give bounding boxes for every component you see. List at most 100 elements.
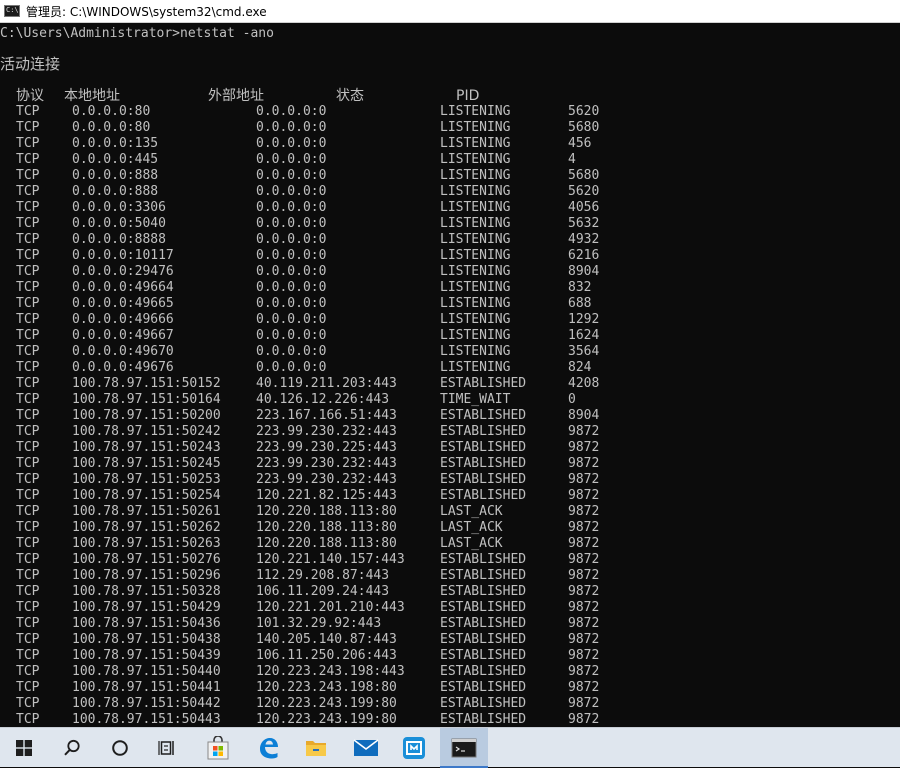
row-foreign-address: 0.0.0.0:0	[256, 104, 327, 119]
row-state: ESTABLISHED	[440, 584, 527, 599]
file-explorer-button[interactable]	[292, 728, 340, 768]
row-state: ESTABLISHED	[440, 712, 527, 727]
row-foreign-address: 0.0.0.0:0	[256, 216, 327, 231]
row-foreign-address: 0.0.0.0:0	[256, 280, 327, 295]
table-row: TCP 100.78.97.151:50242 223.99.230.232:443…	[0, 424, 900, 440]
console-output[interactable]: C:\Users\Administrator>netstat -ano 活动连接…	[0, 23, 900, 727]
table-row: TCP 100.78.97.151:50440 120.223.243.198:44…	[0, 664, 900, 680]
row-foreign-address: 120.223.243.198:443	[256, 664, 405, 679]
table-row: TCP 0.0.0.0:8888 0.0.0.0:0 LISTENING 4932	[0, 232, 900, 248]
row-proto: TCP	[16, 232, 40, 247]
row-local-address: 0.0.0.0:49665	[72, 296, 174, 311]
row-proto: TCP	[16, 616, 40, 631]
row-proto: TCP	[16, 680, 40, 695]
table-row: TCP 100.78.97.151:50263 120.220.188.113:80…	[0, 536, 900, 552]
taskbar	[0, 727, 900, 768]
row-foreign-address: 120.220.188.113:80	[256, 536, 397, 551]
table-row: TCP 100.78.97.151:50296 112.29.208.87:443 E…	[0, 568, 900, 584]
row-foreign-address: 223.99.230.232:443	[256, 456, 397, 471]
row-local-address: 100.78.97.151:50152	[72, 376, 221, 391]
table-row: TCP 0.0.0.0:888 0.0.0.0:0 LISTENING 5680	[0, 168, 900, 184]
row-proto: TCP	[16, 520, 40, 535]
row-proto: TCP	[16, 536, 40, 551]
table-row: TCP 0.0.0.0:3306 0.0.0.0:0 LISTENING 4056	[0, 200, 900, 216]
row-pid: 9872	[568, 472, 600, 487]
row-pid: 4932	[568, 232, 600, 247]
table-row: TCP 0.0.0.0:5040 0.0.0.0:0 LISTENING 5632	[0, 216, 900, 232]
row-state: ESTABLISHED	[440, 552, 527, 567]
row-state: LISTENING	[440, 120, 511, 135]
row-state: ESTABLISHED	[440, 456, 527, 471]
row-local-address: 100.78.97.151:50441	[72, 680, 221, 695]
row-foreign-address: 0.0.0.0:0	[256, 264, 327, 279]
row-pid: 9872	[568, 664, 600, 679]
start-button[interactable]	[0, 728, 48, 768]
row-local-address: 0.0.0.0:49670	[72, 344, 174, 359]
row-proto: TCP	[16, 648, 40, 663]
edge-button[interactable]	[244, 728, 292, 768]
table-row: TCP 100.78.97.151:50439 106.11.250.206:443…	[0, 648, 900, 664]
row-local-address: 100.78.97.151:50296	[72, 568, 221, 583]
row-local-address: 100.78.97.151:50200	[72, 408, 221, 423]
table-row: TCP 100.78.97.151:50245 223.99.230.232:443…	[0, 456, 900, 472]
table-row: TCP 0.0.0.0:135 0.0.0.0:0 LISTENING 456	[0, 136, 900, 152]
row-foreign-address: 101.32.29.92:443	[256, 616, 382, 631]
table-row: TCP 0.0.0.0:80 0.0.0.0:0 LISTENING 5680	[0, 120, 900, 136]
row-local-address: 100.78.97.151:50440	[72, 664, 221, 679]
row-foreign-address: 120.223.243.199:80	[256, 712, 397, 727]
row-pid: 4	[568, 152, 576, 167]
row-pid: 688	[568, 296, 592, 311]
row-pid: 9872	[568, 648, 600, 663]
row-local-address: 0.0.0.0:135	[72, 136, 159, 151]
row-proto: TCP	[16, 120, 40, 135]
row-state: LAST_ACK	[440, 504, 503, 519]
task-view-icon	[158, 741, 174, 755]
row-foreign-address: 0.0.0.0:0	[256, 152, 327, 167]
row-proto: TCP	[16, 168, 40, 183]
windows-start-icon	[16, 740, 32, 756]
row-local-address: 0.0.0.0:445	[72, 152, 159, 167]
row-state: LISTENING	[440, 344, 511, 359]
row-local-address: 0.0.0.0:3306	[72, 200, 166, 215]
row-foreign-address: 106.11.250.206:443	[256, 648, 397, 663]
table-row: TCP 100.78.97.151:50276 120.221.140.157:44…	[0, 552, 900, 568]
table-row: TCP 100.78.97.151:50443 120.223.243.199:80…	[0, 712, 900, 727]
row-state: ESTABLISHED	[440, 424, 527, 439]
row-local-address: 0.0.0.0:49664	[72, 280, 174, 295]
row-local-address: 100.78.97.151:50436	[72, 616, 221, 631]
table-row: TCP 100.78.97.151:50328 106.11.209.24:443 E…	[0, 584, 900, 600]
cmd-taskbar-button[interactable]	[440, 728, 488, 768]
store-button[interactable]	[194, 728, 242, 768]
row-local-address: 100.78.97.151:50254	[72, 488, 221, 503]
row-state: LAST_ACK	[440, 520, 503, 535]
row-pid: 1292	[568, 312, 600, 327]
maxthon-button[interactable]	[390, 728, 438, 768]
row-foreign-address: 0.0.0.0:0	[256, 328, 327, 343]
row-proto: TCP	[16, 200, 40, 215]
row-foreign-address: 223.167.166.51:443	[256, 408, 397, 423]
row-state: LISTENING	[440, 136, 511, 151]
row-state: LISTENING	[440, 328, 511, 343]
row-proto: TCP	[16, 584, 40, 599]
row-proto: TCP	[16, 360, 40, 375]
search-button[interactable]	[48, 728, 96, 768]
row-proto: TCP	[16, 344, 40, 359]
task-view-button[interactable]	[144, 728, 192, 768]
row-state: ESTABLISHED	[440, 408, 527, 423]
row-proto: TCP	[16, 424, 40, 439]
row-pid: 5620	[568, 184, 600, 199]
cortana-button[interactable]	[96, 728, 144, 768]
row-foreign-address: 0.0.0.0:0	[256, 312, 327, 327]
row-local-address: 100.78.97.151:50253	[72, 472, 221, 487]
row-proto: TCP	[16, 632, 40, 647]
row-local-address: 0.0.0.0:8888	[72, 232, 166, 247]
row-local-address: 100.78.97.151:50243	[72, 440, 221, 455]
table-row: TCP 100.78.97.151:50152 40.119.211.203:443…	[0, 376, 900, 392]
row-local-address: 100.78.97.151:50262	[72, 520, 221, 535]
mail-button[interactable]	[342, 728, 390, 768]
row-local-address: 0.0.0.0:888	[72, 184, 159, 199]
row-local-address: 100.78.97.151:50263	[72, 536, 221, 551]
command-line: C:\Users\Administrator>netstat -ano	[0, 26, 274, 41]
row-proto: TCP	[16, 696, 40, 711]
row-local-address: 100.78.97.151:50261	[72, 504, 221, 519]
